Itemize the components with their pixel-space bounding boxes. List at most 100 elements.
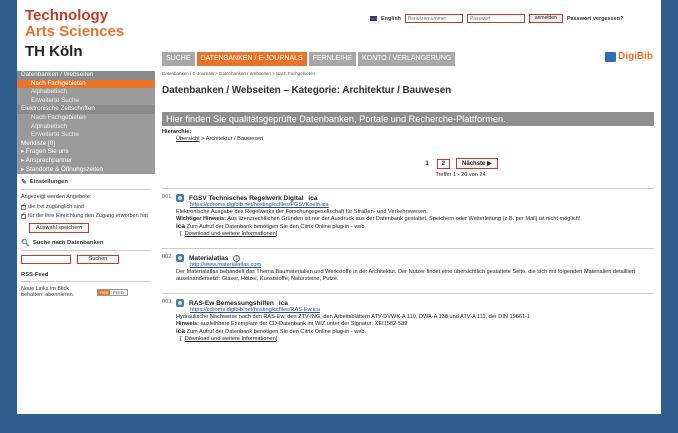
entry-description: Der Materialatlas behandelt das Thema Ba… <box>176 269 636 282</box>
option-institution-label: für die Ihre Einrichtung den Zugang erwo… <box>28 213 148 220</box>
entry-citrix-note: ica Zum Aufruf der Datenbank benötigen S… <box>176 223 654 231</box>
sidebar-item-datenbanken[interactable]: Datenbanken / Webseiten <box>17 71 155 80</box>
entry-citrix-note: ica Zum Aufruf der Datenbank benötigen S… <box>176 328 654 336</box>
breadcrumb[interactable]: Datenbanken / E-Journals > Datenbanken /… <box>162 71 654 76</box>
result-entry: 001. FGSV Technisches Regelwerk Digital … <box>162 188 654 238</box>
tab-fernleihe[interactable]: FERNLEIHE <box>308 52 356 66</box>
hierarchy-rest: > Architektur / Bauwesen <box>199 136 264 142</box>
rss-badge-right: FEED <box>110 289 127 295</box>
sidebar-item-ez-alphabetisch[interactable]: Alphabetisch <box>17 123 155 132</box>
tab-datenbanken[interactable]: DATENBANKEN / E-JOURNALS <box>196 52 307 66</box>
page: Technology Arts Sciences TH Köln English… <box>17 0 661 414</box>
save-selection-button[interactable]: Auswahl speichern <box>29 222 90 233</box>
page-2-link[interactable]: 2 <box>436 158 451 169</box>
entry-hint: Wichtiger Hinweis: Aus lizenzrechtlichen… <box>176 216 654 223</box>
info-icon[interactable]: i <box>233 254 241 262</box>
entry-url[interactable]: https://cdroms.digibib.net/hosting/ccfil… <box>176 307 654 314</box>
entry-description: Hydraulische Nachweise nach den RAS-Ew, … <box>176 314 531 320</box>
info-banner: Hier finden Sie qualitätsgeprüfte Datenb… <box>162 112 654 126</box>
entry-hint-text: ausleihbare Exemplare der CD-Datenbank i… <box>199 321 408 327</box>
search-icon: 🔍︎ <box>21 239 30 247</box>
rss-text[interactable]: Neue Links im Blick behalten: abonnieren… <box>21 286 93 299</box>
entry-title[interactable]: Materialatlas <box>189 255 228 262</box>
sidebar-item-fragen[interactable]: Fragen Sie uns <box>17 148 155 157</box>
result-entry: 002. Materialatlas i http://www.material… <box>162 248 654 283</box>
sidebar-item-erweiterte-suche[interactable]: Erweiterte Suche <box>17 97 155 106</box>
forgot-password-link[interactable]: Passwort vergessen? <box>567 16 624 22</box>
sidebar-item-ezeitschriften[interactable]: Elektronische Zeitschriften <box>17 105 155 114</box>
digibib-logo[interactable]: DigiBib <box>605 51 653 62</box>
download-link[interactable]: Download und weitere Informationen <box>185 336 276 342</box>
page-title: Datenbanken / Webseiten – Kategorie: Arc… <box>162 85 452 96</box>
result-entry: 003. RAS-Ew Bemessungshilfen ica https:/… <box>162 293 654 343</box>
sidebar-item-ez-erweiterte-suche[interactable]: Erweiterte Suche <box>17 131 155 140</box>
entry-title-row: FGSV Technisches Regelwerk Digital ica <box>176 194 654 202</box>
entry-description: Elektronische Ausgabe des Regelwerks der… <box>176 209 428 215</box>
rss-row: Neue Links im Blick behalten: abonnieren… <box>21 286 151 299</box>
login-button[interactable]: anmelden <box>528 14 563 23</box>
sidebar-item-ansprechpartner[interactable]: Ansprechpartner <box>17 157 155 166</box>
sidebar-item-nach-fachgebieten[interactable]: Nach Fachgebieten <box>17 79 155 89</box>
option-free-label: die frei zugänglich sind <box>28 203 84 210</box>
logo-line-2: Arts Sciences <box>25 23 125 40</box>
username-field[interactable] <box>404 14 463 23</box>
checkbox-institution[interactable] <box>21 212 26 220</box>
entry-download: [ Download und weitere Informationen] <box>180 336 278 342</box>
flag-uk-icon <box>370 16 377 21</box>
entry-body: Materialatlas i http://www.materialatlas… <box>176 254 654 283</box>
entry-title[interactable]: FGSV Technisches Regelwerk Digital <box>189 195 303 202</box>
tab-konto[interactable]: KONTO / VERLÄNGERUNG <box>357 52 456 66</box>
entry-hint-text: Aus lizenzrechtlichen Gründen ist nur de… <box>226 216 581 222</box>
entry-url[interactable]: https://cdroms.digibib.net/hosting/ccfil… <box>176 202 654 209</box>
logo-line-1: Technology <box>25 7 109 24</box>
digibib-icon <box>605 51 616 62</box>
next-page-button[interactable]: Nächste ▶ <box>456 158 498 169</box>
entry-number: 001. <box>162 194 173 200</box>
db-search-button[interactable]: Suchen <box>77 254 119 264</box>
entry-hint-label: Wichtiger Hinweis: <box>176 216 226 222</box>
sidebar-item-alphabetisch[interactable]: Alphabetisch <box>17 88 155 97</box>
option-institution[interactable]: für die Ihre Einrichtung den Zugang erwo… <box>21 212 151 220</box>
settings-title: ✎ Einstellungen <box>21 178 151 191</box>
entry-download: [ Download und weitere Informationen] <box>180 231 278 237</box>
entry-hint-label: Hinweis: <box>176 321 200 327</box>
download-link[interactable]: Download und weitere Informationen <box>185 231 276 237</box>
database-icon <box>176 254 184 262</box>
wrench-icon: ✎ <box>21 179 27 187</box>
rss-title: RSS-Feed <box>21 272 151 282</box>
db-search-input[interactable] <box>21 254 71 264</box>
sidebar-menu: Datenbanken / Webseiten Nach Fachgebiete… <box>17 71 155 175</box>
entry-number: 002. <box>162 254 173 260</box>
tab-suche[interactable]: SUCHE <box>162 52 195 66</box>
ica-badge: ica <box>308 194 318 202</box>
rss-feed-badge[interactable]: RSS FEED <box>97 288 128 296</box>
db-search-title: 🔍︎ Suche nach Datenbanken <box>21 239 151 251</box>
db-search-title-label: Suche nach Datenbanken <box>32 239 104 246</box>
hierarchy-path: Übersicht > Architektur / Bauwesen <box>162 136 654 142</box>
entry-url[interactable]: http://www.materialatlas.com <box>176 262 654 269</box>
hierarchy-label: Hierarchie: <box>162 129 192 135</box>
settings-intro: Angezeigt werden Angebote: <box>21 194 92 201</box>
entry-citrix-text: Zum Aufruf der Datenbank benötigen Sie d… <box>185 329 367 335</box>
th-koeln-logo[interactable]: Technology Arts Sciences TH Köln <box>25 8 124 59</box>
checkbox-free[interactable] <box>21 203 26 210</box>
ica-badge: ica <box>278 299 288 307</box>
entry-title[interactable]: RAS-Ew Bemessungshilfen <box>189 300 274 307</box>
entry-title-row: Materialatlas i <box>176 254 654 262</box>
sidebar: Datenbanken / Webseiten Nach Fachgebiete… <box>17 71 155 299</box>
database-icon <box>176 299 184 307</box>
rss-title-label: RSS-Feed <box>21 271 49 278</box>
entry-citrix-text: Zum Aufruf der Datenbank benötigen Sie d… <box>185 224 367 230</box>
login-bar: English anmelden Passwort vergessen? <box>370 14 623 23</box>
entry-title-row: RAS-Ew Bemessungshilfen ica <box>176 299 654 307</box>
hierarchy-overview-link[interactable]: Übersicht <box>176 136 200 142</box>
pagination: 1 2 Nächste ▶ <box>162 158 654 169</box>
main-nav: SUCHE DATENBANKEN / E-JOURNALS FERNLEIHE… <box>162 52 457 66</box>
entry-body: FGSV Technisches Regelwerk Digital ica h… <box>176 194 654 238</box>
sidebar-item-ez-fachgebiete[interactable]: Nach Fachgebieten <box>17 114 155 123</box>
sidebar-item-merkliste[interactable]: Merkliste [0] <box>17 140 155 149</box>
sidebar-item-standorte[interactable]: Standorte & Öffnungszeiten <box>17 166 155 175</box>
password-field[interactable] <box>466 14 525 23</box>
language-link[interactable]: English <box>381 16 401 22</box>
option-free[interactable]: die frei zugänglich sind <box>21 203 151 211</box>
